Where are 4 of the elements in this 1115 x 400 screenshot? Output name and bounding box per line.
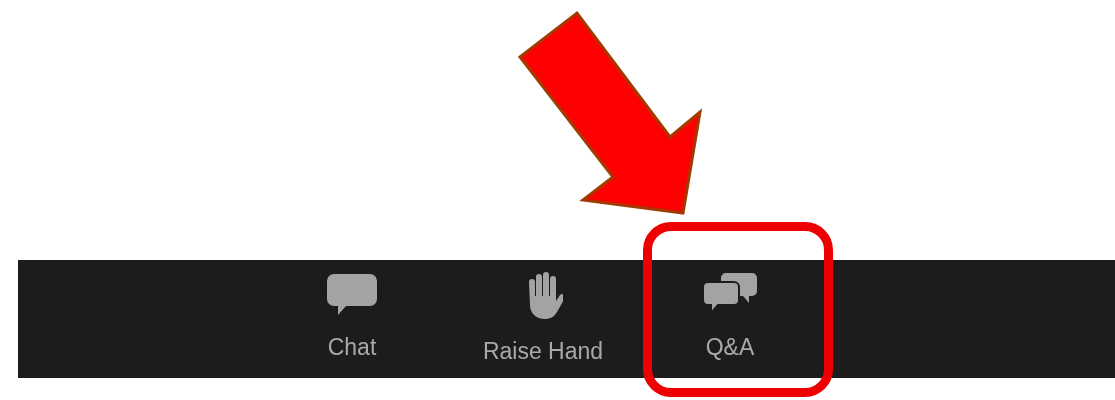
- toolbar-button[interactable]: Chat: [318, 260, 386, 360]
- toolbar-button[interactable]: Q&A: [694, 260, 766, 360]
- toolbar-button[interactable]: Raise Hand: [474, 260, 612, 360]
- speech-bubble-icon: [326, 272, 378, 316]
